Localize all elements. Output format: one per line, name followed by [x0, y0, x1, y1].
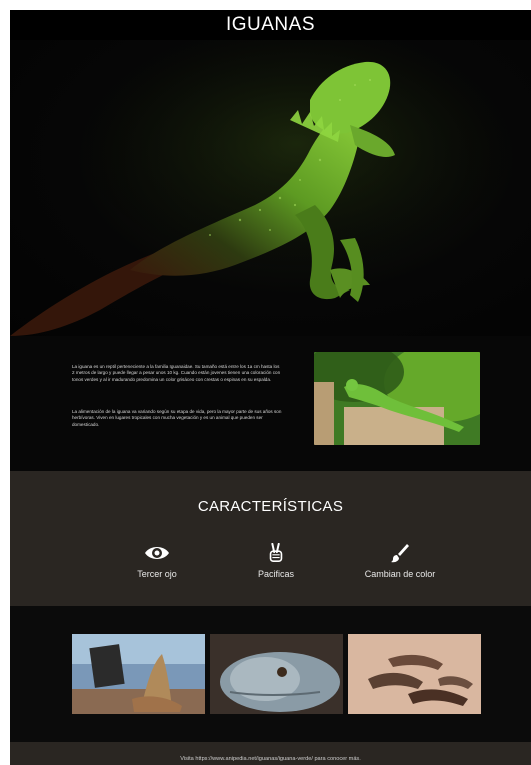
gallery-photo-group [348, 634, 481, 714]
header: IGUANAS [10, 10, 531, 40]
feature-tercer-ojo: Tercer ojo [102, 543, 212, 579]
photo-gallery [10, 606, 531, 742]
feature-cambian-color: Cambian de color [345, 543, 455, 579]
footer-text: Visita https://www.anipedia.net/iguanas/… [180, 755, 361, 762]
feature-pacificas: Pacificas [221, 543, 331, 579]
hero-iguana-illustration [10, 40, 531, 336]
intro-section: La iguana es un reptil perteneciente a l… [10, 336, 531, 471]
peace-hand-icon [269, 543, 283, 562]
footer: Visita https://www.anipedia.net/iguanas/… [10, 742, 531, 765]
intro-paragraph: La iguana es un reptil perteneciente a l… [72, 364, 281, 382]
gallery-photo-beach [72, 634, 205, 714]
page-title: IGUANAS [225, 14, 316, 35]
feature-label: Pacificas [257, 569, 294, 579]
characteristics-section: CARACTERÍSTICAS Tercer ojo Pacificas Cam [10, 471, 531, 606]
gallery-photo-face [210, 634, 343, 714]
page: IGUANAS La iguana es un reptil perteneci… [10, 10, 531, 765]
section-title: CARACTERÍSTICAS [197, 498, 344, 515]
iguana-photo [314, 352, 480, 445]
paint-brush-icon [391, 544, 409, 563]
feature-label: Tercer ojo [137, 569, 177, 579]
feature-label: Cambian de color [364, 569, 436, 579]
eye-icon [145, 547, 169, 559]
intro-paragraph: La alimentación de la iguana va variando… [72, 409, 282, 427]
hero-image [10, 40, 531, 336]
